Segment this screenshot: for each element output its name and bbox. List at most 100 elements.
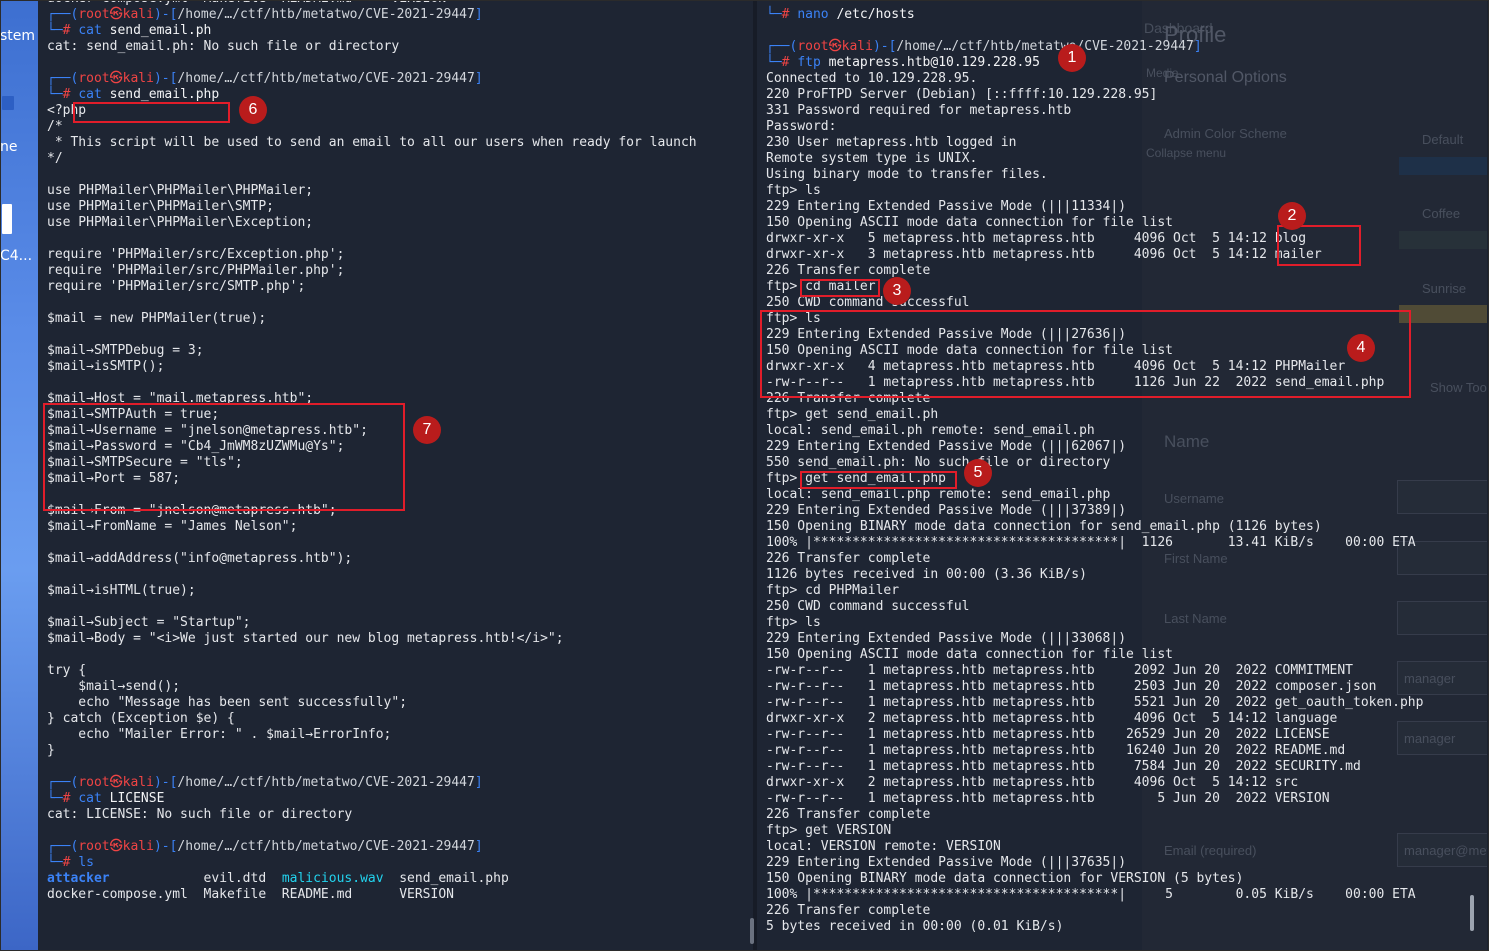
line-segment: Using binary mode to transfer files. — [766, 167, 1048, 182]
annotation-badge-7: 7 — [413, 416, 441, 444]
terminal-right-line: 150 Opening ASCII mode data connection f… — [766, 647, 1173, 663]
line-segment: -rw-r--r-- 1 metapress.htb metapress.htb… — [766, 679, 1377, 694]
highlight-get-send-email — [800, 471, 957, 489]
line-segment: root㉿kali — [78, 71, 154, 86]
bg-last-name-input — [1397, 601, 1487, 635]
line-segment: └─ — [766, 55, 782, 70]
line-segment: require 'PHPMailer/src/PHPMailer.php'; — [47, 263, 345, 278]
line-segment: send_email.php — [383, 871, 509, 886]
terminal-right-line: Password: — [766, 119, 836, 135]
line-segment: cat: send_email.ph: No such file or dire… — [47, 39, 400, 54]
terminal-right-line: 229 Entering Extended Passive Mode (|||3… — [766, 855, 1126, 871]
terminal-right-line: 226 Transfer complete — [766, 903, 930, 919]
line-segment: drwxr-xr-x 2 metapress.htb metapress.htb… — [766, 711, 1338, 726]
bg-email-value: manager@meta — [1404, 843, 1487, 858]
line-segment: 100% |**********************************… — [766, 887, 1416, 902]
annotation-badge-6: 6 — [239, 96, 267, 124]
line-segment: Connected to 10.129.228.95. — [766, 71, 978, 86]
terminal-right-line: 550 send_email.ph: No such file or direc… — [766, 455, 1110, 471]
bg-personal-options: Personal Options — [1164, 69, 1287, 86]
line-segment: /home/…/ctf/htb/metatwo/CVE-2021-29447 — [177, 775, 475, 790]
line-segment: echo "Mailer Error: " . $mail→ErrorInfo; — [47, 727, 392, 742]
line-segment: ftp> get VERSION — [766, 823, 892, 838]
terminal-left-line: attacker evil.dtd malicious.wav send_ema… — [47, 871, 509, 887]
terminal-right-line: 220 ProFTPD Server (Debian) [::ffff:10.1… — [766, 87, 1157, 103]
line-segment: use PHPMailer\PHPMailer\PHPMailer; — [47, 183, 314, 198]
terminal-left-line: $mail→FromName = "James Nelson"; — [47, 519, 297, 535]
bg-admin-color-scheme: Admin Color Scheme — [1164, 126, 1287, 141]
line-segment: -rw-r--r-- 1 metapress.htb metapress.htb… — [766, 727, 1330, 742]
terminal-left-line: $mail→Body = "<i>We just started our new… — [47, 631, 564, 647]
terminal-right-line: └─# ftp metapress.htb@10.129.228.95 — [766, 55, 1040, 71]
terminal-left-line: └─# cat send_email.php — [47, 87, 219, 103]
terminal-right-line: ┌──(root㉿kali)-[/home/…/ctf/htb/metatwo/… — [766, 39, 1202, 55]
line-segment: docker-compose.yml Makefile README.md VE… — [47, 0, 446, 6]
background-admin-page: Dashboard Profile Personal Options Media… — [1142, 0, 1487, 951]
terminal-right-line: ftp> cd PHPMailer — [766, 583, 899, 599]
line-segment: ftp> get send_email.ph — [766, 407, 939, 422]
terminal-right-line: 229 Entering Extended Passive Mode (|||1… — [766, 199, 1126, 215]
line-segment: # — [781, 55, 798, 70]
divider-handle[interactable] — [750, 918, 754, 944]
terminal-right-line: 250 CWD command successful — [766, 599, 970, 615]
bg-media-text: Media — [1146, 66, 1179, 80]
line-segment: drwxr-xr-x 2 metapress.htb metapress.htb… — [766, 775, 1299, 790]
highlight-cd-mailer — [800, 279, 880, 297]
line-segment: $mail→send(); — [47, 679, 181, 694]
line-segment: root㉿kali — [78, 775, 154, 790]
line-segment: Remote system type is UNIX. — [766, 151, 978, 166]
terminal-right-line: 150 Opening BINARY mode data connection … — [766, 519, 1322, 535]
line-segment: cat: LICENSE: No such file or directory — [47, 807, 353, 822]
line-segment: $mail→addAddress("info@metapress.htb"); — [47, 551, 353, 566]
line-segment: local: send_email.ph remote: send_email.… — [766, 423, 1095, 438]
line-segment: ┌──( — [766, 39, 798, 54]
line-segment: ] — [474, 839, 483, 854]
line-segment: 226 Transfer complete — [766, 551, 931, 566]
line-segment: /home/…/ctf/htb/metatwo/CVE-2021-29447 — [177, 71, 475, 86]
terminal-left-line: */ — [47, 151, 63, 167]
line-segment: /home/…/ctf/htb/metatwo/CVE-2021-29447 — [177, 7, 475, 22]
line-segment: docker-compose.yml Makefile README.md VE… — [47, 887, 454, 902]
line-segment: # — [62, 855, 79, 870]
line-segment: require 'PHPMailer/src/SMTP.php'; — [47, 279, 306, 294]
annotation-badge-1: 1 — [1058, 44, 1086, 72]
terminal-left-line: cat: send_email.ph: No such file or dire… — [47, 39, 399, 55]
line-segment: $mail = new PHPMailer(true); — [47, 311, 267, 326]
terminal-left-line: ┌──(root㉿kali)-[/home/…/ctf/htb/metatwo/… — [47, 7, 483, 23]
desktop-file-icon[interactable] — [2, 96, 14, 110]
line-segment: local: VERSION remote: VERSION — [766, 839, 1001, 854]
terminal-right-line: -rw-r--r-- 1 metapress.htb metapress.htb… — [766, 743, 1345, 759]
terminal-right-line: 229 Entering Extended Passive Mode (|||3… — [766, 631, 1126, 647]
line-segment: attacker — [47, 871, 110, 886]
terminal-scrollbar[interactable] — [1470, 895, 1474, 931]
bg-coffee-scheme: Coffee — [1422, 206, 1461, 221]
line-segment: 226 Transfer complete — [766, 263, 931, 278]
desktop-label-c4: C4... — [0, 248, 33, 264]
terminal-right-line: 331 Password required for metapress.htb — [766, 103, 1071, 119]
terminal-right-line: 230 User metapress.htb logged in — [766, 135, 1016, 151]
terminal-right-line: Using binary mode to transfer files. — [766, 167, 1048, 183]
line-segment: )-[ — [872, 39, 897, 54]
terminal-left-line: try { — [47, 663, 86, 679]
line-segment: -rw-r--r-- 1 metapress.htb metapress.htb… — [766, 695, 1424, 710]
terminal-right-line: 226 Transfer complete — [766, 263, 930, 279]
terminal-left-line: require 'PHPMailer/src/Exception.php'; — [47, 247, 344, 263]
terminal-left-line: cat: LICENSE: No such file or directory — [47, 807, 352, 823]
terminal-left-line: echo "Mailer Error: " . $mail→ErrorInfo; — [47, 727, 391, 743]
line-segment: use PHPMailer\PHPMailer\Exception; — [47, 215, 314, 230]
terminal-left-line: └─# cat LICENSE — [47, 791, 164, 807]
line-segment: 230 User metapress.htb logged in — [766, 135, 1017, 150]
bg-display-name-value: manager — [1404, 731, 1456, 746]
terminal-left-line: $mail→isHTML(true); — [47, 583, 196, 599]
terminal-right-line: drwxr-xr-x 3 metapress.htb metapress.htb… — [766, 247, 1322, 263]
line-segment: $mail→SMTPDebug = 3; — [47, 343, 204, 358]
line-segment: echo "Message has been sent successfully… — [47, 695, 408, 710]
terminal-right-line: 226 Transfer complete — [766, 551, 930, 567]
line-segment: root㉿kali — [78, 839, 154, 854]
desktop-doc-icon[interactable] — [2, 204, 12, 234]
line-segment: try { — [47, 663, 87, 678]
line-segment: ┌──( — [47, 839, 79, 854]
terminal-right-line: 250 CWD command successful — [766, 295, 970, 311]
terminal-left-line: $mail→isSMTP(); — [47, 359, 164, 375]
line-segment: )-[ — [153, 7, 178, 22]
